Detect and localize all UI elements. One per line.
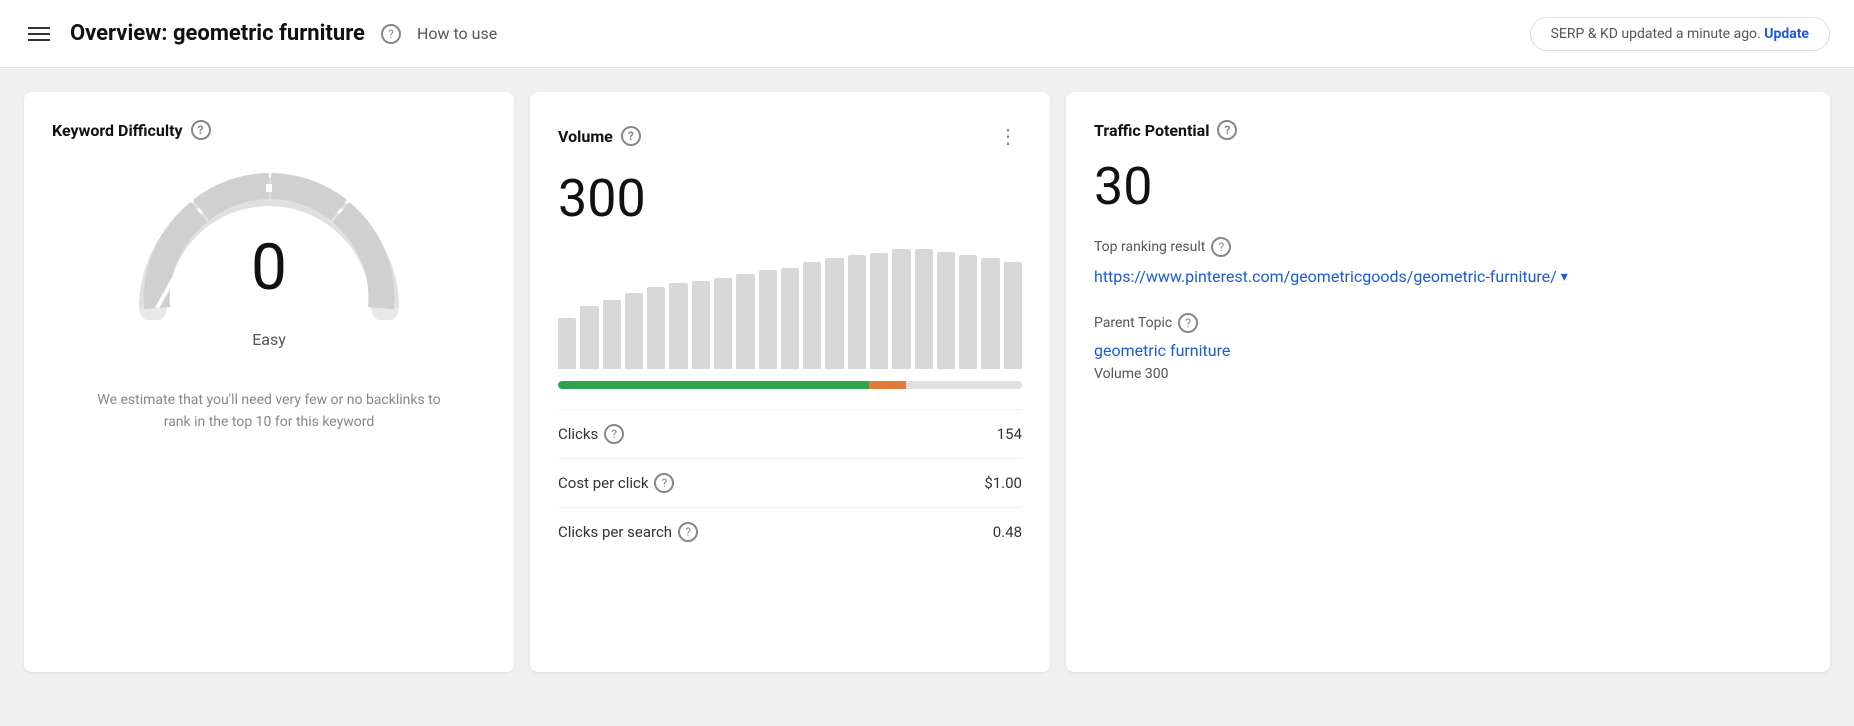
traffic-help-icon[interactable]: ?	[1217, 120, 1237, 140]
kd-card-title: Keyword Difficulty ?	[52, 120, 486, 140]
clicks-per-search-value: 0.48	[993, 523, 1022, 541]
bar-chart-bar	[781, 268, 799, 369]
volume-help-icon[interactable]: ?	[621, 126, 641, 146]
bar-chart-bar	[603, 300, 621, 369]
top-ranking-help-icon[interactable]: ?	[1211, 237, 1231, 257]
clicks-value: 154	[997, 425, 1022, 443]
bar-chart-bar	[937, 252, 955, 369]
bar-chart-bar	[981, 258, 999, 369]
progress-clicks	[558, 381, 869, 389]
main-content: Keyword Difficulty ?	[0, 68, 1854, 696]
kd-help-icon[interactable]: ?	[191, 120, 211, 140]
page-title: Overview: geometric furniture	[70, 21, 365, 46]
volume-title-group: Volume ?	[558, 126, 641, 146]
bar-chart-bar	[848, 255, 866, 369]
parent-topic-help-icon[interactable]: ?	[1178, 313, 1198, 333]
clicks-metric-row: Clicks ? 154	[558, 409, 1022, 458]
cpc-value: $1.00	[984, 474, 1022, 492]
clicks-help-icon[interactable]: ?	[604, 424, 624, 444]
bar-chart-bar	[647, 287, 665, 369]
url-dropdown-arrow[interactable]: ▾	[1561, 267, 1568, 288]
parent-topic-volume: Volume 300	[1094, 366, 1802, 382]
cpc-help-icon[interactable]: ?	[654, 473, 674, 493]
cpc-label: Cost per click ?	[558, 473, 674, 493]
traffic-potential-card: Traffic Potential ? 30 Top ranking resul…	[1066, 92, 1830, 672]
volume-card-header: Volume ? ⋮	[558, 120, 1022, 152]
clicks-per-search-label: Clicks per search ?	[558, 522, 698, 542]
bar-chart-bar	[625, 293, 643, 369]
bar-chart-bar	[692, 281, 710, 369]
kd-description: We estimate that you'll need very few or…	[89, 389, 449, 434]
clicks-label: Clicks ?	[558, 424, 624, 444]
bar-chart-bar	[558, 318, 576, 369]
bar-chart-bar	[759, 270, 777, 369]
clicks-per-search-help-icon[interactable]: ?	[678, 522, 698, 542]
volume-title-text: Volume	[558, 127, 613, 146]
bar-chart-bar	[870, 253, 888, 369]
bar-chart-bar	[825, 258, 843, 369]
traffic-title-text: Traffic Potential	[1094, 121, 1209, 140]
clicks-per-search-metric-row: Clicks per search ? 0.48	[558, 507, 1022, 556]
bar-chart-bar	[714, 278, 732, 369]
bar-chart-bar	[959, 255, 977, 369]
parent-topic-section: Parent Topic ? geometric furniture Volum…	[1094, 313, 1802, 382]
update-status-text: SERP & KD updated a minute ago.	[1551, 26, 1761, 42]
volume-value: 300	[558, 168, 1022, 229]
bar-chart-bar	[915, 249, 933, 369]
volume-dots-menu[interactable]: ⋮	[994, 120, 1022, 152]
traffic-card-title: Traffic Potential ?	[1094, 120, 1802, 140]
how-to-use-link[interactable]: How to use	[417, 24, 497, 43]
hamburger-icon[interactable]	[24, 23, 54, 45]
parent-topic-link[interactable]: geometric furniture	[1094, 341, 1802, 360]
bar-chart-bars	[558, 249, 1022, 369]
kd-title-text: Keyword Difficulty	[52, 121, 183, 140]
bar-chart-bar	[892, 249, 910, 369]
volume-card: Volume ? ⋮ 300 Clicks ?	[530, 92, 1050, 672]
bar-chart-bar	[669, 283, 687, 369]
kd-score: 0	[251, 236, 287, 300]
bar-chart-bar	[1004, 262, 1022, 369]
update-button[interactable]: Update	[1764, 26, 1809, 42]
top-ranking-label: Top ranking result ?	[1094, 237, 1802, 257]
header: Overview: geometric furniture ? How to u…	[0, 0, 1854, 68]
kd-gauge: 0	[52, 160, 486, 320]
bar-chart-bar	[803, 262, 821, 369]
kd-difficulty-label: Easy	[52, 330, 486, 349]
title-help-icon[interactable]: ?	[381, 24, 401, 44]
bar-chart-bar	[580, 306, 598, 369]
parent-topic-label: Parent Topic ?	[1094, 313, 1802, 333]
traffic-value: 30	[1094, 156, 1802, 217]
keyword-difficulty-card: Keyword Difficulty ?	[24, 92, 514, 672]
clicks-progress-bar	[558, 381, 1022, 389]
volume-bar-chart	[558, 249, 1022, 389]
cpc-metric-row: Cost per click ? $1.00	[558, 458, 1022, 507]
bar-chart-bar	[736, 274, 754, 369]
top-ranking-url[interactable]: https://www.pinterest.com/geometricgoods…	[1094, 265, 1802, 289]
progress-no-clicks	[869, 381, 906, 389]
update-status-badge: SERP & KD updated a minute ago. Update	[1530, 17, 1830, 51]
how-to-use-label: How to use	[417, 24, 497, 43]
